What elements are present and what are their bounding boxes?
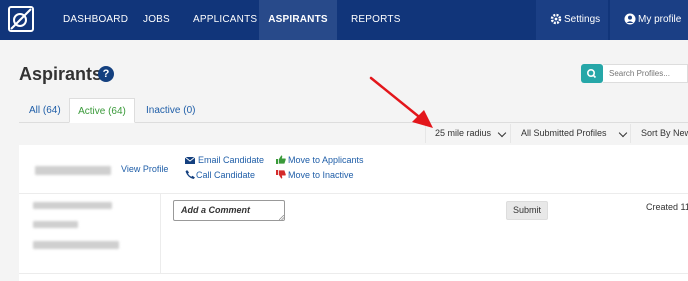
nav-reports[interactable]: REPORTS <box>351 0 401 40</box>
comment-field[interactable]: Add a Comment <box>173 200 285 221</box>
tab-all[interactable]: All (64) <box>29 98 61 123</box>
nav-dashboard[interactable]: DASHBOARD <box>63 0 128 40</box>
candidate-card: View Profile Email Candidate Call Candid… <box>19 145 688 281</box>
search-button[interactable] <box>581 64 603 83</box>
created-date: Created 11 <box>646 202 688 212</box>
chevron-down-icon <box>618 128 628 138</box>
nav-applicants[interactable]: APPLICANTS <box>193 0 257 40</box>
candidate-detail-redacted <box>33 241 119 249</box>
card-divider <box>19 273 688 274</box>
search-icon <box>587 69 597 79</box>
gear-icon <box>550 13 562 25</box>
candidate-name-redacted <box>35 166 111 175</box>
radius-select[interactable]: 25 mile radius <box>425 124 510 143</box>
card-divider <box>19 193 688 194</box>
search-input[interactable] <box>603 64 688 83</box>
my-profile-label: My profile <box>638 14 682 25</box>
page-title: Aspirants <box>19 64 103 84</box>
profiles-select[interactable]: All Submitted Profiles <box>510 124 630 143</box>
nav-aspirants[interactable]: ASPIRANTS <box>259 0 337 40</box>
thumbs-down-icon <box>276 170 286 179</box>
my-profile-button[interactable]: My profile <box>610 0 688 40</box>
view-profile-link[interactable]: View Profile <box>121 164 168 174</box>
top-navigation: DASHBOARD JOBS APPLICANTS ASPIRANTS REPO… <box>0 0 688 40</box>
candidate-detail-redacted <box>33 202 112 209</box>
chevron-down-icon <box>497 128 507 138</box>
tab-inactive[interactable]: Inactive (0) <box>146 98 195 123</box>
submit-button[interactable]: Submit <box>506 201 548 220</box>
resize-handle-icon <box>279 215 284 220</box>
thumbs-up-icon <box>276 155 286 164</box>
sort-value: Sort By Newe <box>641 128 688 138</box>
profiles-value: All Submitted Profiles <box>521 128 607 138</box>
phone-icon <box>185 170 195 179</box>
settings-button[interactable]: Settings <box>536 0 608 40</box>
tab-active[interactable]: Active (64) <box>69 98 135 123</box>
candidate-detail-redacted <box>33 221 78 228</box>
user-icon <box>624 13 636 25</box>
settings-label: Settings <box>564 14 601 25</box>
sort-select[interactable]: Sort By Newe <box>630 124 688 143</box>
email-candidate-link[interactable]: Email Candidate <box>198 155 264 165</box>
column-divider <box>160 194 161 273</box>
move-to-applicants-link[interactable]: Move to Applicants <box>288 155 364 165</box>
move-to-inactive-link[interactable]: Move to Inactive <box>288 170 354 180</box>
call-candidate-link[interactable]: Call Candidate <box>196 170 255 180</box>
nav-jobs[interactable]: JOBS <box>143 0 170 40</box>
logo-icon[interactable] <box>8 6 34 32</box>
radius-value: 25 mile radius <box>435 128 492 138</box>
envelope-icon <box>185 156 195 164</box>
help-icon[interactable]: ? <box>98 66 114 82</box>
